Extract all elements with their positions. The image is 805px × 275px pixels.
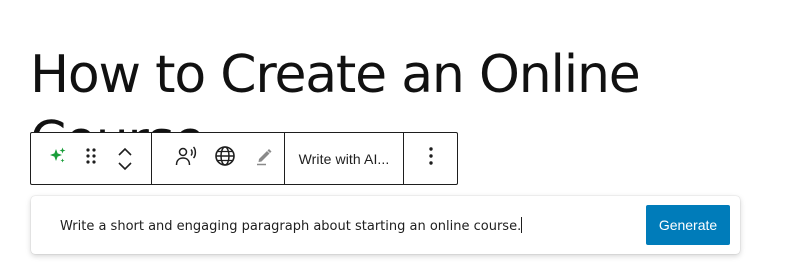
ai-prompt-panel: Write a short and engaging paragraph abo… xyxy=(31,196,740,254)
highlight-button[interactable] xyxy=(245,133,284,184)
ai-prompt-text: Write a short and engaging paragraph abo… xyxy=(60,218,522,234)
toolbar-group-block xyxy=(31,133,152,184)
write-with-ai-label: Write with AI... xyxy=(298,150,390,167)
toolbar-group-options xyxy=(404,133,457,184)
text-to-speech-button[interactable] xyxy=(166,133,205,184)
chevron-up-icon[interactable] xyxy=(117,147,133,157)
pencil-icon xyxy=(254,146,274,171)
voice-speaker-icon xyxy=(174,145,198,172)
toolbar-group-tools xyxy=(152,133,285,184)
block-mover xyxy=(111,133,139,184)
sparkles-icon xyxy=(48,146,68,171)
text-caret xyxy=(521,216,523,233)
block-toolbar: Write with AI... xyxy=(30,132,458,185)
editor-canvas: How to Create an Online Course xyxy=(0,0,805,275)
more-vertical-icon xyxy=(428,146,434,171)
drag-handle-icon xyxy=(85,147,97,170)
globe-icon xyxy=(214,145,236,172)
generate-button[interactable]: Generate xyxy=(646,205,730,245)
drag-handle-button[interactable] xyxy=(71,133,111,184)
ai-prompt-input[interactable]: Write a short and engaging paragraph abo… xyxy=(60,216,646,234)
ai-assistant-button[interactable] xyxy=(45,133,71,184)
more-options-button[interactable] xyxy=(404,133,457,184)
translate-button[interactable] xyxy=(205,133,244,184)
write-with-ai-button[interactable]: Write with AI... xyxy=(285,133,404,184)
chevron-down-icon[interactable] xyxy=(117,161,133,171)
